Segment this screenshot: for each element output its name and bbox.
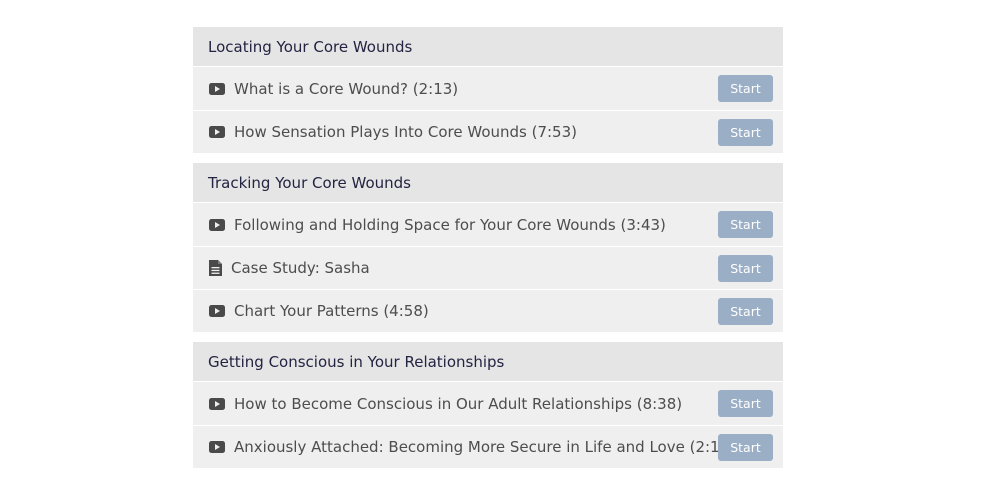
lesson-item[interactable]: What is a Core Wound? (2:13) Start bbox=[193, 67, 783, 110]
video-play-icon bbox=[208, 396, 225, 412]
start-button[interactable]: Start bbox=[718, 297, 773, 325]
lesson-title: How Sensation Plays Into Core Wounds (7:… bbox=[234, 123, 578, 141]
video-play-icon bbox=[208, 303, 225, 319]
course-curriculum: Locating Your Core Wounds What is a Core… bbox=[193, 27, 783, 478]
lesson-item[interactable]: How to Become Conscious in Our Adult Rel… bbox=[193, 382, 783, 425]
video-play-icon bbox=[208, 439, 225, 455]
lesson-title: Chart Your Patterns (4:58) bbox=[234, 302, 429, 320]
lesson-title: Case Study: Sasha bbox=[231, 259, 370, 277]
lesson-title: Following and Holding Space for Your Cor… bbox=[234, 215, 666, 234]
section-title: Getting Conscious in Your Relationships bbox=[193, 342, 783, 381]
start-button[interactable]: Start bbox=[718, 390, 773, 417]
lesson-item[interactable]: Anxiously Attached: Becoming More Secure… bbox=[193, 425, 783, 468]
start-button[interactable]: Start bbox=[718, 433, 773, 461]
video-play-icon bbox=[208, 81, 225, 97]
lesson-title: How to Become Conscious in Our Adult Rel… bbox=[234, 394, 683, 413]
section-title: Tracking Your Core Wounds bbox=[193, 163, 783, 202]
video-play-icon bbox=[208, 124, 225, 140]
start-button[interactable]: Start bbox=[718, 75, 773, 102]
lesson-item[interactable]: Following and Holding Space for Your Cor… bbox=[193, 203, 783, 246]
lesson-title: Anxiously Attached: Becoming More Secure… bbox=[234, 438, 718, 456]
lesson-title: What is a Core Wound? (2:13) bbox=[234, 79, 459, 98]
section: Getting Conscious in Your Relationships … bbox=[193, 342, 783, 468]
section: Tracking Your Core Wounds Following and … bbox=[193, 163, 783, 332]
start-button[interactable]: Start bbox=[718, 211, 773, 238]
lesson-item[interactable]: Chart Your Patterns (4:58) Start bbox=[193, 289, 783, 332]
document-icon bbox=[208, 260, 222, 276]
lesson-item[interactable]: Case Study: Sasha Start bbox=[193, 246, 783, 289]
section-title: Locating Your Core Wounds bbox=[193, 27, 783, 66]
lesson-item[interactable]: How Sensation Plays Into Core Wounds (7:… bbox=[193, 110, 783, 153]
start-button[interactable]: Start bbox=[718, 118, 773, 146]
video-play-icon bbox=[208, 217, 225, 233]
section: Locating Your Core Wounds What is a Core… bbox=[193, 27, 783, 153]
start-button[interactable]: Start bbox=[718, 254, 773, 282]
